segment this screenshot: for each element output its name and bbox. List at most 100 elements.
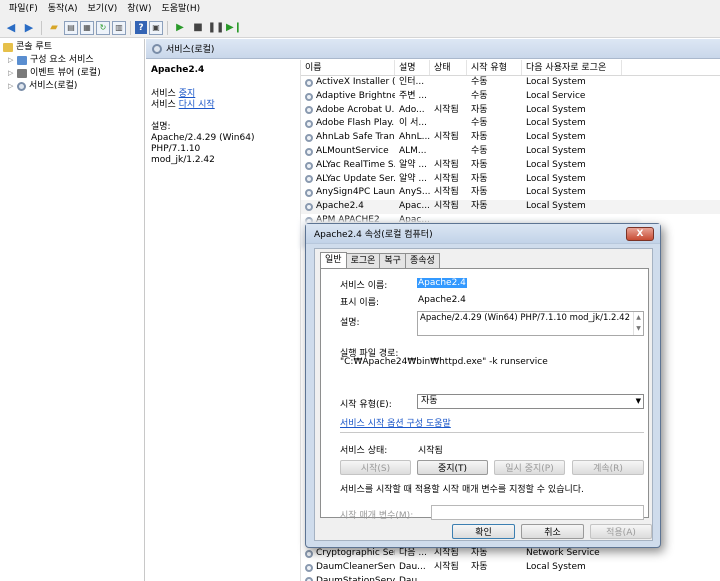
expander-icon[interactable]: ▷: [8, 54, 17, 67]
chevron-down-icon: ▼: [635, 397, 641, 405]
refresh-icon[interactable]: ↻: [96, 20, 110, 35]
console-tree: 콘솔 루트 ▷ 구성 요소 서비스 ▷ 이벤트 뷰어 (로컬) ▷ 서비스(로컬…: [0, 39, 145, 581]
restart-service-icon[interactable]: ▶❙: [226, 20, 242, 36]
expander-icon[interactable]: ▷: [8, 80, 17, 93]
tab-recovery[interactable]: 복구: [379, 253, 406, 268]
close-button[interactable]: X: [626, 227, 654, 241]
console-tree-icon[interactable]: ▤: [64, 20, 78, 35]
export-list-icon[interactable]: ▥: [112, 20, 126, 35]
toolbar: ◀ ▶ ▰ ▤ ▦ ↻ ▥ ? ▣ ▶ ■ ❚❚ ▶❙: [0, 18, 720, 38]
cell-startup-type: 수동: [471, 145, 488, 156]
cell-description: 다음 ...: [399, 548, 428, 558]
cell-startup-type: 자동: [471, 159, 488, 170]
table-row[interactable]: Adobe Acrobat U... Ado... 시작됨 자동 Local Syste…: [301, 104, 720, 118]
menu-action[interactable]: 동작(A): [43, 0, 83, 18]
dialog-title-bar[interactable]: Apache2.4 속성(로컬 컴퓨터): [306, 224, 660, 244]
description-box[interactable]: Apache/2.4.29 (Win64) PHP/7.1.10 mod_jk/…: [417, 311, 644, 336]
menu-view[interactable]: 보기(V): [83, 0, 123, 18]
start-service-icon[interactable]: ▶: [172, 20, 188, 36]
apply-button[interactable]: 적용(A): [590, 524, 652, 539]
cell-description: 이 서...: [399, 118, 428, 129]
menu-window[interactable]: 창(W): [122, 0, 156, 18]
tree-item-label: 콘솔 루트: [16, 42, 52, 52]
forward-icon[interactable]: ▶: [21, 20, 37, 36]
description-label: 설명:: [151, 122, 171, 132]
tab-general[interactable]: 일반: [320, 252, 347, 268]
gear-icon: [305, 120, 313, 129]
table-row[interactable]: Apache2.4 Apac... 시작됨 자동 Local System: [301, 200, 720, 214]
menu-bar: 파일(F) 동작(A) 보기(V) 창(W) 도움말(H): [0, 0, 720, 18]
column-name[interactable]: 이름: [301, 60, 395, 75]
tab-dependencies[interactable]: 종속성: [404, 253, 440, 268]
column-log-on-as[interactable]: 다음 사용자로 로그온: [522, 60, 622, 75]
start-type-value: 자동: [421, 396, 438, 406]
cell-startup-type: 자동: [471, 561, 488, 572]
cell-name: ALYac RealTime S...: [301, 159, 395, 173]
service-name: Adobe Acrobat U...: [316, 104, 395, 115]
table-row[interactable]: Cryptographic Ser... 다음 ... 시작됨 자동 Network S…: [301, 547, 720, 561]
cell-name: Adobe Acrobat U...: [301, 104, 395, 118]
tree-item-component-services[interactable]: ▷ 구성 요소 서비스: [0, 54, 144, 67]
status-label: 서비스 상태:: [340, 446, 388, 456]
scroll-down-icon[interactable]: ▼: [634, 323, 643, 334]
start-options-help-link[interactable]: 서비스 시작 옵션 구성 도움말: [340, 416, 451, 429]
table-row[interactable]: AhnLab Safe Tran... AhnL... 시작됨 자동 Local Sys…: [301, 131, 720, 145]
cell-description: 인터...: [399, 77, 425, 87]
tree-item-services-local[interactable]: ▷ 서비스(로컬): [0, 80, 144, 93]
toolbar-divider: [41, 20, 42, 35]
start-button[interactable]: 시작(S): [340, 460, 411, 475]
tree-item-console-root[interactable]: 콘솔 루트: [0, 41, 144, 54]
ok-button[interactable]: 확인: [452, 524, 515, 539]
table-row[interactable]: DaumStationServi... Dau...: [301, 575, 720, 581]
column-startup-type[interactable]: 시작 유형: [467, 60, 522, 75]
service-name: Adaptive Brightness: [316, 90, 395, 101]
menu-help[interactable]: 도움말(H): [156, 0, 205, 18]
resume-button[interactable]: 계속(R): [572, 460, 644, 475]
menu-file[interactable]: 파일(F): [4, 0, 43, 18]
gear-icon: [305, 549, 313, 558]
cell-description: 주변 ...: [399, 90, 428, 101]
general-panel: 서비스 이름: Apache2.4 표시 이름: Apache2.4 설명: A…: [320, 268, 649, 521]
table-row[interactable]: DaumCleanerServ... Dau... 시작됨 자동 Local Syste…: [301, 561, 720, 575]
restart-line: 서비스 다시 시작: [151, 100, 294, 111]
cell-name: ActiveX Installer (...: [301, 76, 395, 90]
scroll-up-icon[interactable]: ▲: [634, 312, 643, 323]
gear-icon: [305, 161, 313, 170]
cancel-button[interactable]: 취소: [521, 524, 584, 539]
tree-item-event-viewer[interactable]: ▷ 이벤트 뷰어 (로컬): [0, 67, 144, 80]
up-folder-icon[interactable]: ▰: [46, 20, 62, 36]
cell-description: Dau...: [399, 575, 426, 581]
column-description[interactable]: 설명: [395, 60, 430, 75]
table-row[interactable]: ALYac RealTime S... 알약 ... 시작됨 자동 Local Syst…: [301, 159, 720, 173]
show-hide-icon[interactable]: ▣: [149, 20, 163, 35]
properties-icon[interactable]: ▦: [80, 20, 94, 35]
help-icon[interactable]: ?: [135, 21, 147, 34]
stop-prefix: 서비스: [151, 89, 179, 99]
table-row[interactable]: ALYac Update Ser... 알약 ... 시작됨 자동 Local Syst…: [301, 173, 720, 187]
cell-startup-type: 수동: [471, 90, 488, 101]
cell-startup-type: 수동: [471, 77, 488, 87]
description-scrollbar[interactable]: ▲ ▼: [633, 312, 643, 335]
pause-button[interactable]: 일시 중지(P): [494, 460, 565, 475]
start-type-select[interactable]: 자동 ▼: [417, 394, 644, 409]
cell-name: AnySign4PC Laun...: [301, 186, 395, 200]
service-name-value[interactable]: Apache2.4: [417, 278, 467, 288]
restart-service-link[interactable]: 다시 시작: [179, 100, 215, 110]
stop-service-icon[interactable]: ■: [190, 20, 206, 36]
start-param-input[interactable]: [431, 505, 644, 520]
properties-dialog: Apache2.4 속성(로컬 컴퓨터) X 일반 로그온 복구 종속성 서비스…: [305, 223, 661, 548]
pause-service-icon[interactable]: ❚❚: [208, 20, 225, 36]
table-row[interactable]: ALMountService ALM... 수동 Local System: [301, 145, 720, 159]
table-row[interactable]: Adaptive Brightness 주변 ... 수동 Local Service: [301, 90, 720, 104]
table-row[interactable]: ActiveX Installer (... 인터... 수동 Local Syste…: [301, 76, 720, 90]
back-icon[interactable]: ◀: [3, 20, 19, 36]
service-title: Apache2.4: [151, 65, 205, 75]
stop-service-link[interactable]: 중지: [179, 89, 196, 99]
stop-button[interactable]: 중지(T): [417, 460, 488, 475]
expander-icon[interactable]: ▷: [8, 67, 17, 80]
table-row[interactable]: AnySign4PC Laun... AnyS... 시작됨 자동 Local Syst…: [301, 186, 720, 200]
column-status[interactable]: 상태: [430, 60, 467, 75]
divider: [340, 432, 644, 433]
tab-logon[interactable]: 로그온: [345, 253, 381, 268]
table-row[interactable]: Adobe Flash Play... 이 서... 수동 Local System: [301, 117, 720, 131]
